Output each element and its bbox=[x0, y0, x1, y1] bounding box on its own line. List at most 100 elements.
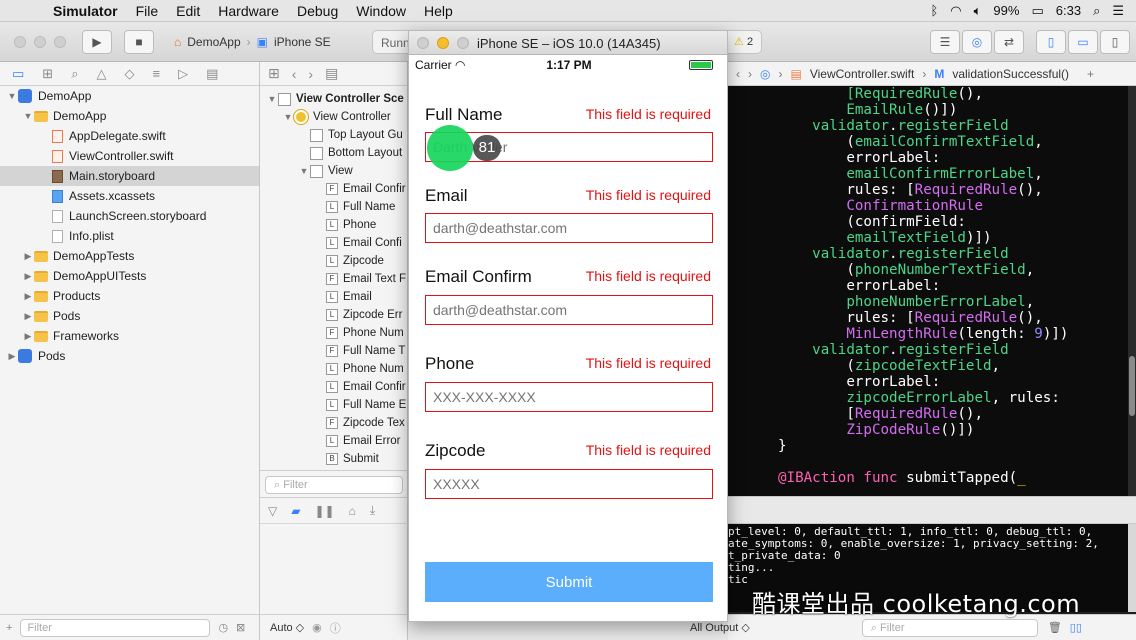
eye-icon[interactable]: ◉ bbox=[312, 621, 322, 634]
window-minimize-button[interactable] bbox=[34, 36, 46, 48]
disclosure-triangle-icon[interactable]: ▶ bbox=[22, 291, 34, 302]
pause-icon[interactable]: ❚❚ bbox=[314, 504, 334, 518]
spotlight-search-icon[interactable]: ⌕ bbox=[1093, 3, 1100, 19]
email-confirm-input[interactable] bbox=[425, 295, 713, 325]
scm-filter-icon[interactable]: ⊠ bbox=[236, 621, 245, 634]
outline-filter-input[interactable]: ⌕ Filter bbox=[265, 476, 403, 494]
toggle-navigator-button[interactable]: ▯ bbox=[1036, 30, 1066, 54]
navigator-item[interactable]: ▶ Frameworks bbox=[0, 326, 259, 346]
toggle-utilities-button[interactable]: ▯ bbox=[1100, 30, 1130, 54]
outline-item[interactable]: L Email Error bbox=[260, 432, 407, 450]
breakpoint-tab-icon[interactable]: ▷ bbox=[178, 66, 188, 82]
outline-item[interactable]: ▼ View Controller bbox=[260, 108, 407, 126]
warning-badge[interactable]: ⚠ 2 bbox=[734, 35, 753, 48]
source-code[interactable]: [RequiredRule(), EmailRule()]) validator… bbox=[728, 86, 1128, 504]
simulator-zoom-button[interactable] bbox=[457, 37, 469, 49]
disclosure-triangle-icon[interactable]: ▼ bbox=[6, 91, 18, 101]
submit-button[interactable]: Submit bbox=[425, 562, 713, 602]
navigator-item[interactable]: ▶ Pods bbox=[0, 346, 259, 366]
simulator-minimize-button[interactable] bbox=[437, 37, 449, 49]
outline-item[interactable]: Top Layout Gu bbox=[260, 126, 407, 144]
navigator-item[interactable]: ▼ DemoApp bbox=[0, 86, 259, 106]
debug-tab-icon[interactable]: ≡ bbox=[152, 66, 160, 81]
disclosure-triangle-icon[interactable]: ▶ bbox=[22, 331, 34, 342]
outline-item[interactable]: ▼ View bbox=[260, 162, 407, 180]
console-scrollbar[interactable] bbox=[1128, 524, 1136, 612]
disclosure-triangle-icon[interactable]: ▼ bbox=[266, 94, 278, 104]
issue-tab-icon[interactable]: △ bbox=[96, 66, 106, 82]
jump-bar-symbol[interactable]: validationSuccessful() bbox=[952, 67, 1069, 81]
outline-item[interactable]: L Email Confir bbox=[260, 378, 407, 396]
search-tab-icon[interactable]: ⌕ bbox=[71, 66, 78, 82]
disclosure-triangle-icon[interactable]: ▼ bbox=[22, 111, 34, 121]
jump-bar-file[interactable]: ViewController.swift bbox=[810, 67, 914, 81]
window-close-button[interactable] bbox=[14, 36, 26, 48]
outline-item[interactable]: B Submit bbox=[260, 450, 407, 468]
outline-item[interactable]: F Email Confir bbox=[260, 180, 407, 198]
outline-item[interactable]: L Email bbox=[260, 288, 407, 306]
menu-hardware[interactable]: Hardware bbox=[209, 3, 288, 19]
debug-area-divider[interactable] bbox=[728, 496, 1136, 524]
folder-tab-icon[interactable]: ▭ bbox=[12, 66, 24, 82]
navigator-item[interactable]: ▶ Products bbox=[0, 286, 259, 306]
recent-files-icon[interactable]: ◷ bbox=[218, 621, 228, 634]
step-in-icon[interactable]: ⤓ bbox=[370, 503, 375, 518]
back-icon[interactable]: ‹ bbox=[736, 67, 740, 81]
scheme-selector[interactable]: ⌂ DemoApp › ▣ iPhone SE bbox=[168, 30, 337, 54]
menu-edit[interactable]: Edit bbox=[167, 3, 209, 19]
related-items-icon[interactable]: ◎ bbox=[760, 67, 770, 81]
menu-help[interactable]: Help bbox=[415, 3, 462, 19]
disclosure-triangle-icon[interactable]: ▼ bbox=[298, 166, 310, 176]
zipcode-input[interactable] bbox=[425, 469, 713, 499]
disclosure-triangle-icon[interactable]: ▼ bbox=[282, 112, 294, 122]
menu-debug[interactable]: Debug bbox=[288, 3, 347, 19]
split-view-icon[interactable]: ▯▯ bbox=[1070, 621, 1082, 634]
navigator-item[interactable]: ▶ Pods bbox=[0, 306, 259, 326]
test-tab-icon[interactable]: ◇ bbox=[124, 66, 134, 82]
hide-debug-icon[interactable]: ▽ bbox=[268, 504, 277, 518]
outline-item[interactable]: L Email Confi bbox=[260, 234, 407, 252]
navigator-item[interactable]: AppDelegate.swift bbox=[0, 126, 259, 146]
standard-editor-button[interactable]: ☰ bbox=[930, 30, 960, 54]
version-editor-button[interactable]: ⇄ bbox=[994, 30, 1024, 54]
navigator-item[interactable]: ▶ DemoAppUITests bbox=[0, 266, 259, 286]
back-icon[interactable]: ‹ bbox=[292, 66, 297, 82]
navigator-item[interactable]: Main.storyboard bbox=[0, 166, 259, 186]
window-zoom-button[interactable] bbox=[54, 36, 66, 48]
grid-icon[interactable]: ⊞ bbox=[268, 65, 280, 82]
volume-icon[interactable]: 🔈︎ bbox=[974, 3, 982, 19]
outline-item[interactable]: F Zipcode Tex bbox=[260, 414, 407, 432]
disclosure-triangle-icon[interactable]: ▶ bbox=[22, 311, 34, 322]
editor-scroll-thumb[interactable] bbox=[1129, 356, 1135, 416]
simulator-close-button[interactable] bbox=[417, 37, 429, 49]
forward-icon[interactable]: › bbox=[308, 66, 313, 82]
navigator-item[interactable]: ▼ DemoApp bbox=[0, 106, 259, 126]
outline-item[interactable]: L Zipcode bbox=[260, 252, 407, 270]
forward-icon[interactable]: › bbox=[748, 67, 752, 81]
trash-icon[interactable]: 🗑︎ bbox=[1048, 621, 1062, 634]
navigator-item[interactable]: ▶ DemoAppTests bbox=[0, 246, 259, 266]
phone-input[interactable] bbox=[425, 382, 713, 412]
navigator-item[interactable]: Assets.xcassets bbox=[0, 186, 259, 206]
navigator-item[interactable]: LaunchScreen.storyboard bbox=[0, 206, 259, 226]
outline-item[interactable]: ▼ View Controller Sce bbox=[260, 90, 407, 108]
email-input[interactable] bbox=[425, 213, 713, 243]
outline-item[interactable]: F Full Name T bbox=[260, 342, 407, 360]
step-over-icon[interactable]: ⌂ bbox=[349, 504, 356, 518]
menu-window[interactable]: Window bbox=[347, 3, 415, 19]
console-output-select[interactable]: All Output ◇ bbox=[690, 621, 750, 634]
battery-percent[interactable]: 99% bbox=[993, 3, 1019, 18]
bluetooth-icon[interactable]: ᛒ bbox=[930, 3, 938, 18]
navigator-item[interactable]: Info.plist bbox=[0, 226, 259, 246]
toggle-debug-area-button[interactable]: ▭ bbox=[1068, 30, 1098, 54]
disclosure-triangle-icon[interactable]: ▶ bbox=[6, 351, 18, 362]
breakpoints-icon[interactable]: ▰ bbox=[291, 504, 300, 518]
menu-app-name[interactable]: Simulator bbox=[44, 3, 127, 19]
outline-item[interactable]: Bottom Layout bbox=[260, 144, 407, 162]
stop-button[interactable]: ■ bbox=[124, 30, 154, 54]
outline-item[interactable]: L Full Name bbox=[260, 198, 407, 216]
editor-scrollbar[interactable] bbox=[1128, 86, 1136, 504]
hierarchy-tab-icon[interactable]: ⊞ bbox=[42, 66, 53, 82]
navigator-filter-input[interactable]: Filter bbox=[20, 618, 211, 637]
outline-item[interactable]: L Phone Num bbox=[260, 360, 407, 378]
